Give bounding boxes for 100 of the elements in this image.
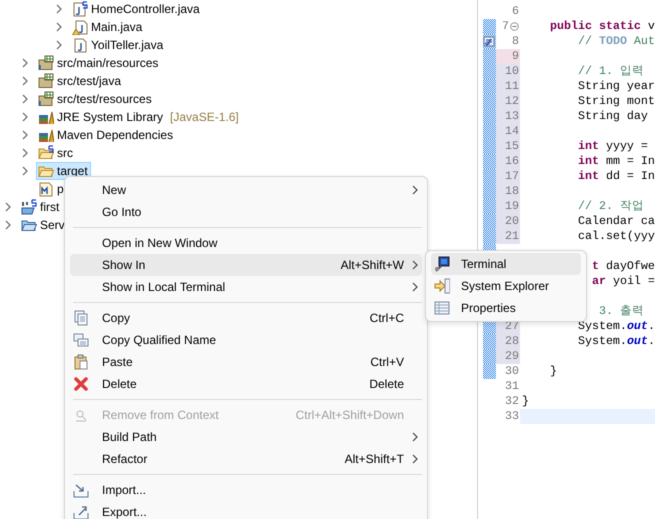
export-icon (73, 504, 89, 519)
menu-item[interactable]: Paste Ctrl+V (70, 351, 422, 373)
tree-item[interactable]: first (19, 198, 62, 216)
collapse-icon[interactable] (510, 22, 519, 31)
tree-item[interactable]: HomeController.java (70, 0, 203, 18)
menu-item[interactable]: Delete Delete (70, 373, 422, 395)
menu-item[interactable]: New (70, 179, 422, 201)
code-line: Calendar ca (576, 214, 655, 228)
line-number: 9 (512, 49, 519, 64)
collapse-chevron-icon[interactable] (20, 166, 30, 176)
menu-item[interactable]: Show In Alt+Shift+W (70, 254, 422, 276)
code-line: int yyyy = (576, 139, 648, 153)
menu-item-label: Copy Qualified Name (102, 332, 218, 349)
code-line: String mont (576, 94, 655, 108)
menu-item-label: New (102, 182, 128, 199)
menu-item-label: Paste (102, 354, 134, 371)
line-number: 12 (505, 94, 519, 109)
java-file-icon (72, 1, 88, 17)
menu-item[interactable]: Open in New Window (70, 232, 422, 254)
menu-item-label: Build Path (102, 429, 158, 446)
code-line: int dd = In (576, 169, 655, 183)
collapse-chevron-icon[interactable] (54, 4, 64, 14)
copy-icon (73, 332, 89, 348)
collapse-chevron-icon[interactable] (20, 112, 30, 122)
line-number: 32 (505, 394, 519, 409)
maven-file-icon (38, 181, 54, 197)
menu-item[interactable]: System Explorer (431, 275, 581, 297)
shortcut-label: Alt+Shift+T (344, 451, 404, 468)
menu-item[interactable]: Copy Ctrl+C (70, 307, 422, 329)
line-number: 11 (505, 79, 519, 94)
tree-item[interactable]: YoilTeller.java (70, 36, 166, 54)
tree-item[interactable]: src/main/resources (36, 54, 162, 72)
menu-item[interactable]: Export... (70, 501, 422, 519)
tree-item[interactable]: Main.java (70, 18, 146, 36)
line-number: 16 (505, 154, 519, 169)
menu-item-label: Go Into (102, 204, 142, 221)
collapse-chevron-icon[interactable] (20, 148, 30, 158)
code-line: public static v (548, 19, 655, 33)
collapse-chevron-icon[interactable] (54, 22, 64, 32)
tree-item[interactable]: src (36, 144, 76, 162)
line-number: 8 (512, 34, 519, 49)
code-line: // 2. 작업 (576, 199, 644, 213)
menu-item[interactable]: Refactor Alt+Shift+T (70, 448, 422, 470)
tree-item[interactable]: src/test/java (36, 72, 124, 90)
collapse-chevron-icon[interactable] (54, 40, 64, 50)
terminal-icon (434, 256, 450, 272)
library-icon (38, 109, 54, 125)
shortcut-label: Ctrl+Alt+Shift+Down (296, 407, 404, 424)
menu-item-label: Open in New Window (102, 235, 218, 252)
collapse-chevron-icon[interactable] (20, 58, 30, 68)
collapse-chevron-icon[interactable] (20, 94, 30, 104)
code-line: String year (576, 79, 655, 93)
menu-item[interactable]: Go Into (70, 201, 422, 223)
shortcut-label: Alt+Shift+W (340, 257, 404, 274)
collapse-chevron-icon[interactable] (3, 220, 13, 230)
copy-icon (73, 310, 89, 326)
tree-item[interactable]: Maven Dependencies (36, 126, 176, 144)
delete-icon (73, 376, 89, 392)
menu-item-label: Copy (102, 310, 132, 327)
code-line: cal.set(yyy (576, 229, 655, 243)
collapse-chevron-icon[interactable] (20, 130, 30, 140)
tree-item[interactable]: target (36, 162, 91, 180)
tree-item[interactable]: p (36, 180, 67, 198)
folder-icon (38, 145, 54, 161)
menu-item-label: Show in Local Terminal (102, 279, 226, 296)
line-number: 19 (505, 199, 519, 214)
menu-item-label: Refactor (102, 451, 148, 468)
menu-item[interactable]: Show in Local Terminal (70, 276, 422, 298)
package-folder-icon (38, 73, 54, 89)
code-line: int mm = In (576, 154, 655, 168)
menu-item-label: Import... (102, 482, 148, 499)
package-folder-icon (38, 91, 54, 107)
line-number: 15 (505, 139, 519, 154)
line-number: 21 (505, 229, 519, 244)
library-version-label: [JavaSE-1.6] (170, 109, 239, 126)
code-line: System.out. (576, 334, 655, 348)
arrow-icon (434, 278, 450, 294)
collapse-chevron-icon[interactable] (3, 202, 13, 212)
line-number: 6 (512, 4, 519, 19)
shortcut-label: Ctrl+V (370, 354, 404, 371)
code-line: String day (576, 109, 648, 123)
menu-item-label: System Explorer (461, 278, 550, 295)
tree-item[interactable]: src/test/resources (36, 90, 155, 108)
properties-icon (434, 300, 450, 316)
menu-item[interactable]: Properties (431, 297, 581, 319)
menu-item[interactable]: Copy Qualified Name (70, 329, 422, 351)
tree-item[interactable]: JRE System Library [JavaSE-1.6] (36, 108, 242, 126)
line-number: 18 (505, 184, 519, 199)
collapse-chevron-icon[interactable] (20, 76, 30, 86)
code-line: } (548, 364, 557, 378)
paste-icon (73, 354, 89, 370)
line-number: 10 (505, 64, 519, 79)
code-line: // 1. 입력 (576, 64, 644, 78)
menu-item[interactable]: Build Path (70, 426, 422, 448)
menu-item[interactable]: Import... (70, 479, 422, 501)
line-number: 33 (505, 409, 519, 424)
tree-item[interactable]: Serv (19, 216, 68, 234)
menu-item-label: Properties (461, 300, 517, 317)
menu-item[interactable]: Terminal (431, 253, 581, 275)
line-number: 30 (505, 364, 519, 379)
